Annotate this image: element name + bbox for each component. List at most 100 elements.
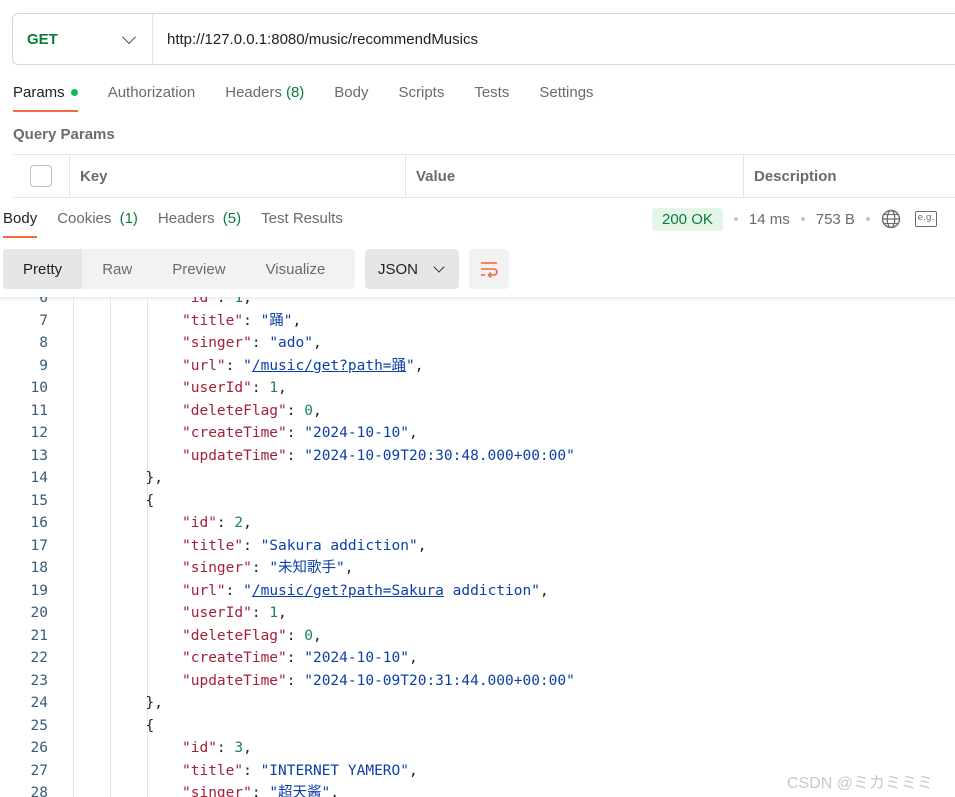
code-token: , [409, 650, 418, 666]
view-mode-group: Pretty Raw Preview Visualize [3, 249, 355, 289]
status-badge[interactable]: 200 OK [652, 207, 723, 231]
code-text: "singer": "未知歌手", [182, 557, 354, 580]
code-text: }, [146, 692, 163, 715]
code-text: "id": 1, [182, 297, 252, 310]
code-text: "title": "Sakura addiction", [182, 535, 426, 558]
code-token: , [312, 402, 322, 419]
code-token: , [243, 515, 252, 531]
view-preview-button[interactable]: Preview [152, 249, 245, 289]
code-token: : [225, 582, 244, 599]
code-text: "id": 2, [182, 512, 252, 535]
tab-scripts[interactable]: Scripts [399, 84, 445, 112]
code-token: " [243, 357, 252, 374]
code-text: "createTime": "2024-10-10", [182, 422, 418, 445]
url-link[interactable]: /music/get?path=踊 [252, 358, 406, 374]
tab-settings[interactable]: Settings [539, 84, 593, 112]
tab-params-label: Params [13, 84, 65, 101]
line-number: 6 [39, 297, 48, 306]
code-token: "updateTime" [182, 672, 287, 689]
code-token: addiction" [443, 582, 540, 599]
response-tab-test-results[interactable]: Test Results [261, 210, 343, 238]
code-token: "url" [182, 357, 226, 374]
code-token: "title" [182, 762, 244, 779]
code-line: 10 "userId": 1, [0, 377, 955, 400]
code-token: "createTime" [182, 650, 287, 666]
view-pretty-button[interactable]: Pretty [3, 249, 83, 289]
response-time[interactable]: 14 ms [749, 211, 790, 228]
code-token: "title" [182, 537, 244, 554]
code-token: 0 [304, 402, 313, 419]
tab-scripts-label: Scripts [398, 84, 445, 101]
code-token: : [286, 425, 305, 441]
code-token: : [286, 650, 305, 666]
select-all-checkbox[interactable] [30, 165, 52, 187]
response-tab-headers[interactable]: Headers (5) [158, 210, 241, 238]
code-token: 0 [304, 627, 313, 644]
url-link[interactable]: /music/get?path=Sakura [252, 583, 444, 599]
view-visualize-button[interactable]: Visualize [246, 249, 346, 289]
line-number: 13 [30, 447, 48, 464]
code-line: 26 "id": 3, [0, 737, 955, 760]
wrap-lines-icon [481, 262, 498, 278]
code-token: , [409, 425, 418, 441]
code-text: { [146, 715, 155, 738]
code-token: { [145, 717, 155, 734]
globe-icon[interactable] [881, 209, 901, 229]
chevron-down-icon [433, 261, 445, 273]
chevron-down-icon [121, 29, 137, 44]
method-select[interactable]: GET [13, 14, 153, 64]
code-text: "url": "/music/get?path=Sakura addiction… [182, 580, 549, 603]
code-token: 1 [269, 605, 279, 621]
code-token: "updateTime" [182, 447, 287, 464]
tab-headers[interactable]: Headers (8) [225, 84, 304, 112]
tab-authorization[interactable]: Authorization [108, 84, 196, 112]
code-token: "deleteFlag" [182, 402, 287, 419]
params-table-header: Key Value Description [13, 154, 955, 198]
tab-body[interactable]: Body [334, 84, 368, 112]
code-line: 8 "singer": "ado", [0, 332, 955, 355]
code-text: "updateTime": "2024-10-09T20:30:48.000+0… [182, 445, 575, 468]
code-token: : [251, 785, 270, 797]
url-input[interactable]: http://127.0.0.1:8080/music/recommendMus… [153, 31, 478, 48]
line-number: 14 [30, 470, 48, 486]
code-text: "url": "/music/get?path=踊", [182, 355, 424, 378]
tab-headers-label: Headers [225, 84, 282, 101]
tab-tests[interactable]: Tests [474, 84, 509, 112]
code-line: 17 "title": "Sakura addiction", [0, 535, 955, 558]
code-line: 22 "createTime": "2024-10-10", [0, 647, 955, 670]
response-tab-body[interactable]: Body [3, 210, 38, 238]
response-tab-headers-label: Headers [157, 210, 215, 227]
response-body-code[interactable]: 6 "id": 1, 7 "title": "踊", 8 "singer": "ado",… [0, 297, 955, 797]
format-select[interactable]: JSON [365, 249, 459, 289]
code-token: , [330, 785, 340, 797]
line-number: 25 [30, 717, 48, 734]
example-icon[interactable]: e.g. [914, 211, 937, 227]
code-token: : [243, 312, 261, 329]
tab-params[interactable]: Params [13, 84, 78, 112]
code-line: 11 "deleteFlag": 0, [0, 400, 955, 423]
code-line: 25 { [0, 715, 955, 738]
code-token: "deleteFlag" [182, 627, 287, 644]
code-token: }, [145, 470, 163, 486]
code-token: , [539, 582, 549, 599]
line-number: 19 [30, 582, 48, 599]
code-token: : [251, 380, 270, 396]
code-token: { [145, 492, 155, 509]
code-token: "2024-10-09T20:30:48.000+00:00" [304, 447, 575, 464]
wrap-lines-button[interactable] [469, 249, 509, 289]
code-token: : [225, 357, 244, 374]
code-text: "userId": 1, [182, 602, 287, 625]
line-number: 8 [39, 335, 48, 351]
response-size[interactable]: 753 B [816, 211, 855, 228]
code-token: }, [145, 695, 163, 711]
code-token: : [286, 627, 305, 644]
code-token: , [408, 762, 418, 779]
code-line: 19 "url": "/music/get?path=Sakura addicti… [0, 580, 955, 603]
tab-tests-label: Tests [474, 84, 510, 101]
code-line: 23 "updateTime": "2024-10-09T20:31:44.000… [0, 670, 955, 693]
line-number: 12 [30, 425, 48, 441]
code-token: : [286, 402, 305, 419]
response-tab-cookies[interactable]: Cookies (1) [57, 210, 138, 238]
view-raw-button[interactable]: Raw [82, 249, 152, 289]
column-value: Value [406, 155, 744, 197]
